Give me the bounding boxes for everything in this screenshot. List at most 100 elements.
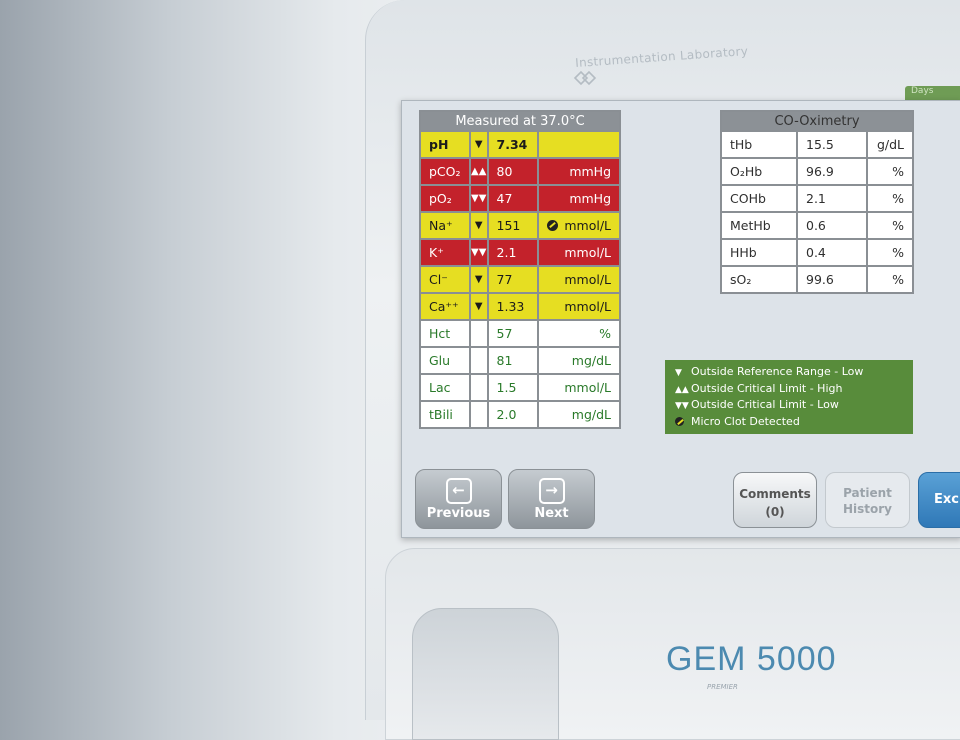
measured-row: Glu 81 mg/dL xyxy=(419,346,621,375)
co-oximetry-header: CO-Oximetry xyxy=(720,110,914,132)
range-flag-icon: ▼ xyxy=(468,265,489,294)
analyte-unit: mmol/L xyxy=(537,211,621,240)
analyte-value: 2.1 xyxy=(486,238,540,267)
exclude-button[interactable]: Excl xyxy=(918,472,960,528)
patient-history-label-line2: History xyxy=(842,502,893,516)
range-flag-icon: ▼ xyxy=(468,211,489,240)
previous-button[interactable]: ← Previous xyxy=(415,469,502,529)
legend-flag-icon: ▼ xyxy=(675,368,682,378)
oxi-name: tHb xyxy=(720,130,798,159)
range-flag-icon: ▼▼ xyxy=(468,184,489,213)
oxi-value: 99.6 xyxy=(796,265,868,294)
range-flag-icon: ▼ xyxy=(468,292,489,321)
analyte-name: Na⁺ xyxy=(419,211,471,240)
flag-legend: ▼ Outside Reference Range - Low ▲▲ Outside … xyxy=(665,360,913,434)
comments-label: Comments xyxy=(739,487,811,501)
analyte-name: Lac xyxy=(419,373,471,402)
oxi-unit: g/dL xyxy=(866,130,914,159)
legend-label: Outside Reference Range - Low xyxy=(691,365,864,378)
analyte-value: 7.34 xyxy=(486,130,540,159)
oxi-unit: % xyxy=(866,238,914,267)
top-tab: Days xyxy=(905,86,960,100)
legend-item: ▲▲ Outside Critical Limit - High xyxy=(675,381,903,398)
legend-item: ▼▼ Outside Critical Limit - Low xyxy=(675,397,903,414)
analyte-name: Cl⁻ xyxy=(419,265,471,294)
micro-clot-icon xyxy=(675,415,691,432)
oxi-value: 0.6 xyxy=(796,211,868,240)
oxi-unit: % xyxy=(866,184,914,213)
oxi-unit: % xyxy=(866,265,914,294)
measured-row: Lac 1.5 mmol/L xyxy=(419,373,621,402)
analyte-name: pCO₂ xyxy=(419,157,471,186)
measured-results-table: Measured at 37.0°C pH ▼ 7.34 pCO₂ ▲▲ 80 mmHg pO… xyxy=(419,110,621,429)
brand-logo-icon xyxy=(573,70,597,86)
analyte-name: pO₂ xyxy=(419,184,471,213)
measured-table-header: Measured at 37.0°C xyxy=(419,110,621,132)
next-button[interactable]: → Next xyxy=(508,469,595,529)
oxi-value: 0.4 xyxy=(796,238,868,267)
analyte-value: 1.5 xyxy=(486,373,540,402)
oxi-value: 15.5 xyxy=(796,130,868,159)
analyte-unit: % xyxy=(537,319,621,348)
legend-label: Outside Critical Limit - Low xyxy=(691,398,839,411)
oxi-name: O₂Hb xyxy=(720,157,798,186)
analyte-name: Glu xyxy=(419,346,471,375)
analyte-unit: mmol/L xyxy=(537,292,621,321)
analyte-unit: mmHg xyxy=(537,184,621,213)
oxi-unit: % xyxy=(866,211,914,240)
measured-row: Cl⁻ ▼ 77 mmol/L xyxy=(419,265,621,294)
analyte-value: 1.33 xyxy=(486,292,540,321)
analyte-value: 2.0 xyxy=(486,400,540,429)
oxi-name: sO₂ xyxy=(720,265,798,294)
range-flag-icon: ▼▼ xyxy=(468,238,489,267)
analyte-name: pH xyxy=(419,130,471,159)
analyte-value: 151 xyxy=(486,211,540,240)
oxi-value: 96.9 xyxy=(796,157,868,186)
micro-clot-icon xyxy=(547,220,559,231)
legend-flag-icon: ▼▼ xyxy=(675,401,689,411)
range-flag-icon: ▲▲ xyxy=(468,157,489,186)
legend-label: Outside Critical Limit - High xyxy=(691,381,843,395)
range-flag-icon xyxy=(468,373,489,402)
patient-history-button[interactable]: Patient History xyxy=(825,472,910,528)
co-oximetry-row: O₂Hb 96.9% xyxy=(720,157,914,186)
measured-row: pH ▼ 7.34 xyxy=(419,130,621,159)
oxi-name: MetHb xyxy=(720,211,798,240)
analyte-name: Hct xyxy=(419,319,471,348)
range-flag-icon xyxy=(468,319,489,348)
oxi-value: 2.1 xyxy=(796,184,868,213)
analyte-value: 80 xyxy=(486,157,540,186)
analyte-unit: mmol/L xyxy=(537,373,621,402)
measured-row: tBili 2.0 mg/dL xyxy=(419,400,621,429)
measured-row: K⁺ ▼▼ 2.1 mmol/L xyxy=(419,238,621,267)
measured-row: pCO₂ ▲▲ 80 mmHg xyxy=(419,157,621,186)
comments-button[interactable]: Comments (0) xyxy=(733,472,817,528)
legend-item: ▼ Outside Reference Range - Low xyxy=(675,364,903,381)
co-oximetry-row: HHb 0.4% xyxy=(720,238,914,267)
range-flag-icon xyxy=(468,400,489,429)
comments-count: (0) xyxy=(765,505,785,519)
arrow-left-icon: ← xyxy=(445,478,472,504)
co-oximetry-table: CO-Oximetry tHb 15.5 g/dL O₂Hb 96.9% COHb 2.1%… xyxy=(720,110,914,294)
co-oximetry-row: MetHb 0.6% xyxy=(720,211,914,240)
oxi-unit: % xyxy=(866,157,914,186)
analyte-name: Ca⁺⁺ xyxy=(419,292,471,321)
arrow-right-icon: → xyxy=(538,478,565,504)
analyte-value: 47 xyxy=(486,184,540,213)
measured-row: Na⁺ ▼ 151 mmol/L xyxy=(419,211,621,240)
oxi-name: HHb xyxy=(720,238,798,267)
patient-history-label-line1: Patient xyxy=(843,486,892,500)
analyte-value: 57 xyxy=(486,319,540,348)
co-oximetry-row: sO₂ 99.6% xyxy=(720,265,914,294)
co-oximetry-row: tHb 15.5 g/dL xyxy=(720,130,914,159)
legend-flag-icon: ▲▲ xyxy=(675,384,689,395)
analyte-name: tBili xyxy=(419,400,471,429)
range-flag-icon xyxy=(468,346,489,375)
exclude-label: Excl xyxy=(934,492,960,507)
analyte-value: 81 xyxy=(486,346,540,375)
next-label: Next xyxy=(534,506,569,521)
analyte-name: K⁺ xyxy=(419,238,471,267)
range-flag-icon: ▼ xyxy=(468,130,489,159)
legend-label: Micro Clot Detected xyxy=(691,414,800,428)
analyte-value: 77 xyxy=(486,265,540,294)
